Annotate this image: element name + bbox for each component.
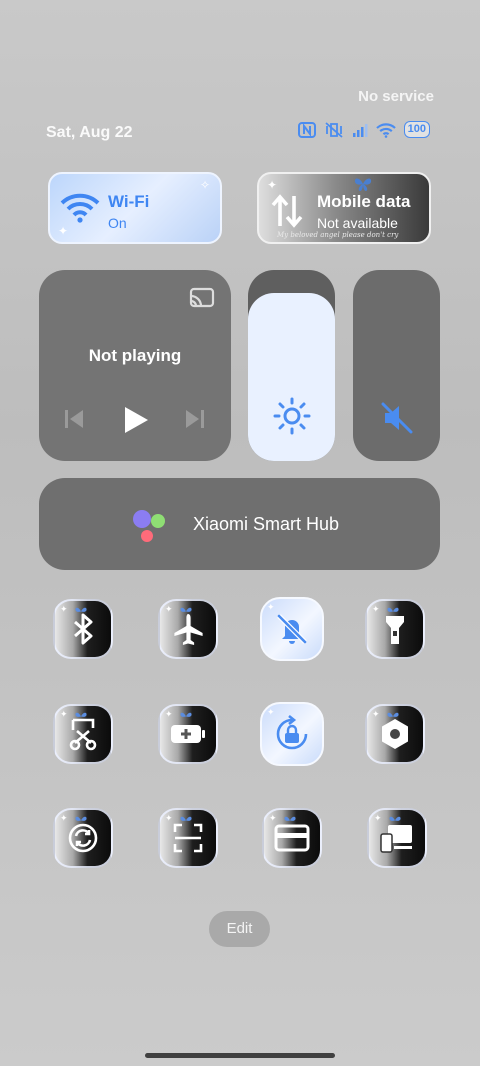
airplane-mode-toggle[interactable]: ✦ <box>158 599 218 659</box>
data-transfer-icon <box>269 192 305 235</box>
battery-saver-icon <box>160 706 216 762</box>
smart-hub-icon <box>131 508 175 544</box>
scanner-toggle[interactable]: ✦ <box>158 808 218 868</box>
bluetooth-icon <box>55 601 111 657</box>
home-indicator[interactable] <box>145 1053 335 1058</box>
flashlight-toggle[interactable]: ✦ <box>365 599 425 659</box>
silent-mode-toggle[interactable]: ✦ <box>260 597 324 661</box>
mobile-tile-caption: My beloved angel please don't cry <box>277 231 399 239</box>
screenshot-toggle[interactable]: ✦ <box>53 704 113 764</box>
smart-hub-label: Xiaomi Smart Hub <box>193 514 340 534</box>
wifi-tile[interactable]: ✦ ✧ Wi-Fi On <box>48 172 222 244</box>
next-track-icon[interactable] <box>185 408 205 435</box>
rotation-lock-toggle[interactable]: ✦ <box>260 702 324 766</box>
scissors-icon <box>55 706 111 762</box>
play-icon[interactable] <box>123 406 149 439</box>
date-label: Sat, Aug 22 <box>46 124 133 141</box>
brightness-icon <box>248 397 335 435</box>
cards-toggle[interactable]: ✦ <box>262 808 322 868</box>
flashlight-icon <box>367 601 423 657</box>
scan-icon <box>160 810 216 866</box>
mobile-data-label: Mobile data <box>317 192 411 211</box>
sparkle-icon: ✧ <box>200 178 211 192</box>
status-icons: 100 <box>297 121 430 138</box>
rotation-lock-icon <box>262 704 322 764</box>
smart-hub-tile[interactable]: Xiaomi Smart Hub <box>39 478 440 570</box>
volume-slider[interactable] <box>353 270 440 461</box>
hexagon-settings-icon <box>367 706 423 762</box>
wifi-label: Wi-Fi <box>108 192 150 211</box>
card-icon <box>264 810 320 866</box>
cast-screen-toggle[interactable]: ✦ <box>367 808 427 868</box>
battery-icon: 100 <box>403 121 430 138</box>
sync-toggle[interactable]: ✦ <box>53 808 113 868</box>
settings-toggle[interactable]: ✦ <box>365 704 425 764</box>
wifi-status: On <box>108 215 127 231</box>
edit-button[interactable]: Edit <box>209 911 270 947</box>
wifi-icon <box>60 192 100 229</box>
nfc-icon <box>297 121 316 138</box>
mobile-data-status: Not available <box>317 215 398 231</box>
sync-icon <box>55 810 111 866</box>
volume-muted-icon <box>353 401 440 435</box>
sparkle-icon: ✦ <box>267 178 278 192</box>
brightness-slider[interactable] <box>248 270 335 461</box>
airplane-icon <box>160 601 216 657</box>
vibrate-off-icon <box>324 121 344 138</box>
devices-icon <box>369 810 425 866</box>
wifi-icon <box>375 122 396 138</box>
mobile-data-tile[interactable]: ✦ Mobile data Not available My beloved a… <box>257 172 431 244</box>
media-title: Not playing <box>88 346 182 365</box>
brightness-level <box>248 292 335 461</box>
signal-icon <box>352 123 368 137</box>
battery-saver-toggle[interactable]: ✦ <box>158 704 218 764</box>
previous-track-icon[interactable] <box>64 408 84 435</box>
cast-icon[interactable] <box>188 287 216 314</box>
bell-off-icon <box>262 599 322 659</box>
bluetooth-toggle[interactable]: ✦ <box>53 599 113 659</box>
network-status: No service <box>358 88 434 105</box>
media-player[interactable]: Not playing <box>39 270 231 461</box>
